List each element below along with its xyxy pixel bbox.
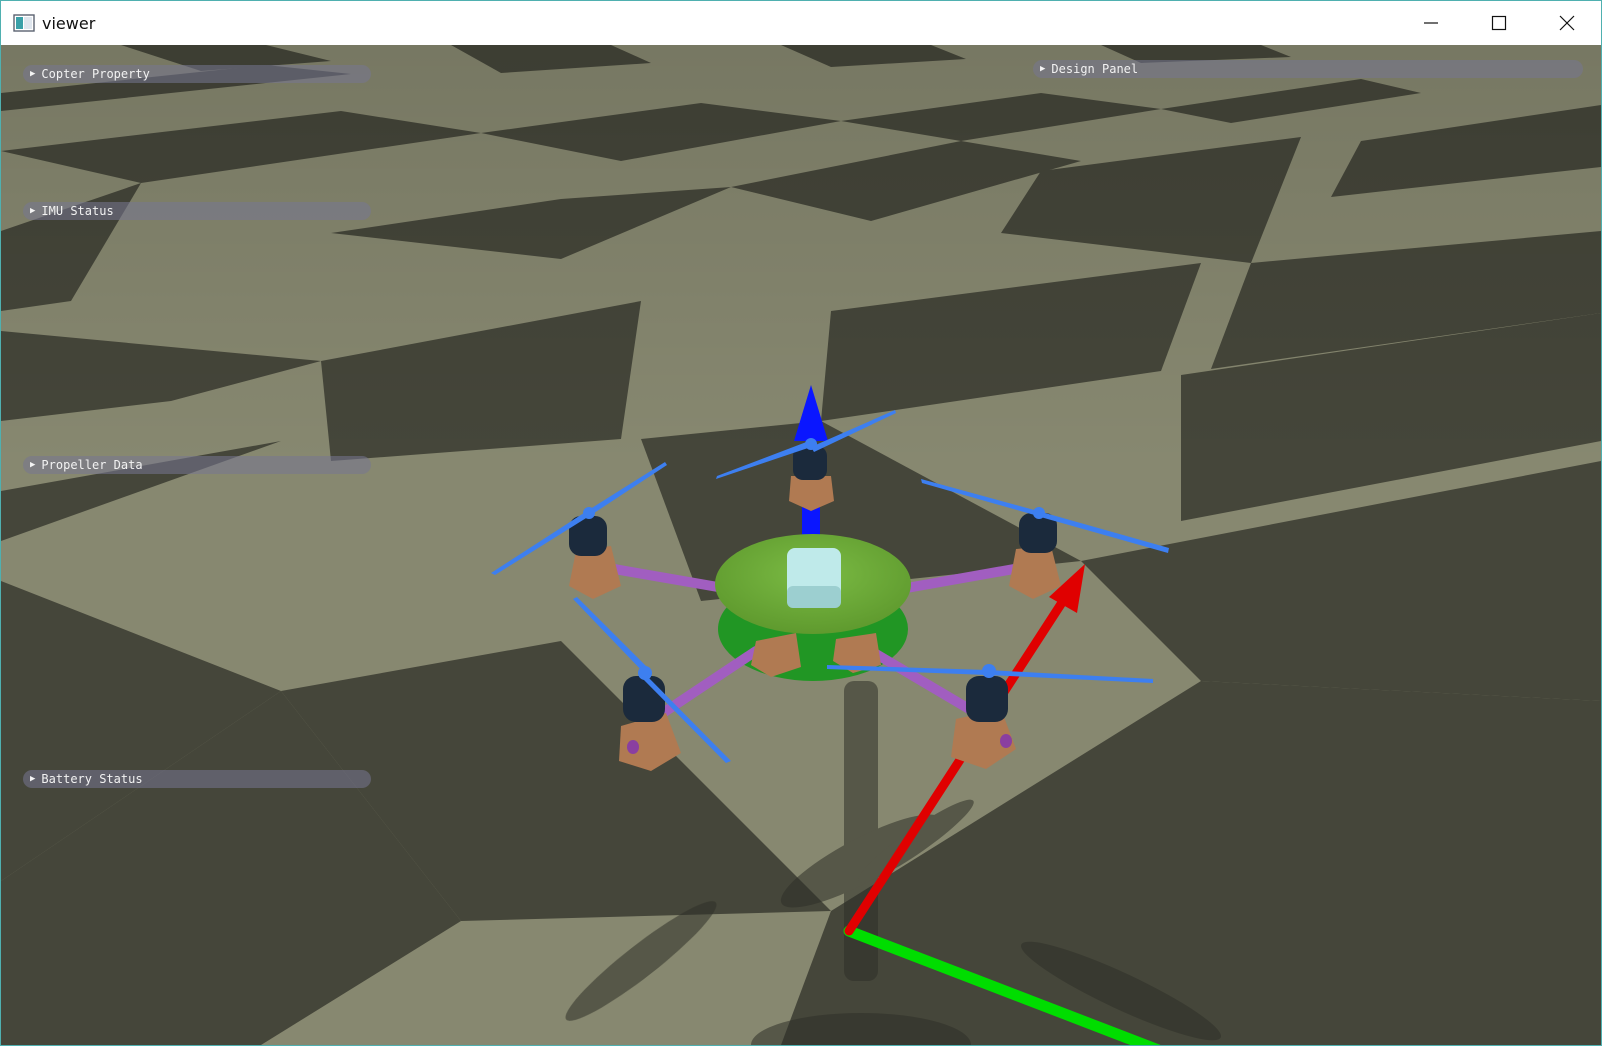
panel-imu-status-header[interactable]: ▶ IMU Status: [23, 202, 371, 220]
minimize-icon: [1424, 22, 1438, 24]
panel-propeller-data-header[interactable]: ▶ Propeller Data: [23, 456, 371, 474]
collapse-arrow-icon: ▶: [30, 460, 36, 470]
panel-label: IMU Status: [41, 204, 114, 218]
maximize-button[interactable]: [1465, 1, 1533, 45]
collapse-arrow-icon: ▶: [30, 774, 36, 784]
window-title: viewer: [42, 13, 96, 33]
panel-copter-property-header[interactable]: ▶ Copter Property: [23, 65, 371, 83]
collapse-arrow-icon: ▶: [30, 206, 36, 216]
maximize-icon: [1491, 15, 1507, 31]
minimize-button[interactable]: [1397, 1, 1465, 45]
panel-label: Propeller Data: [41, 458, 143, 472]
panel-battery-status-header[interactable]: ▶ Battery Status: [23, 770, 371, 788]
close-icon: [1559, 15, 1575, 31]
title-bar[interactable]: viewer: [1, 1, 1601, 45]
panel-label: Copter Property: [41, 67, 150, 81]
close-button[interactable]: [1533, 1, 1601, 45]
3d-viewport[interactable]: ▶ Copter Property ▶ IMU Status ▶ Propell…: [1, 45, 1601, 1045]
panel-label: Battery Status: [41, 772, 143, 786]
collapse-arrow-icon: ▶: [30, 69, 36, 79]
collapse-arrow-icon: ▶: [1040, 64, 1046, 74]
panel-design-panel-header[interactable]: ▶ Design Panel: [1033, 60, 1583, 78]
scene-canvas: [1, 45, 1601, 1045]
app-window-icon: [13, 14, 35, 32]
panel-label: Design Panel: [1051, 62, 1139, 76]
viewer-window: viewer ▶ Copter Property ▶ IMU Status ▶ …: [0, 0, 1602, 1046]
